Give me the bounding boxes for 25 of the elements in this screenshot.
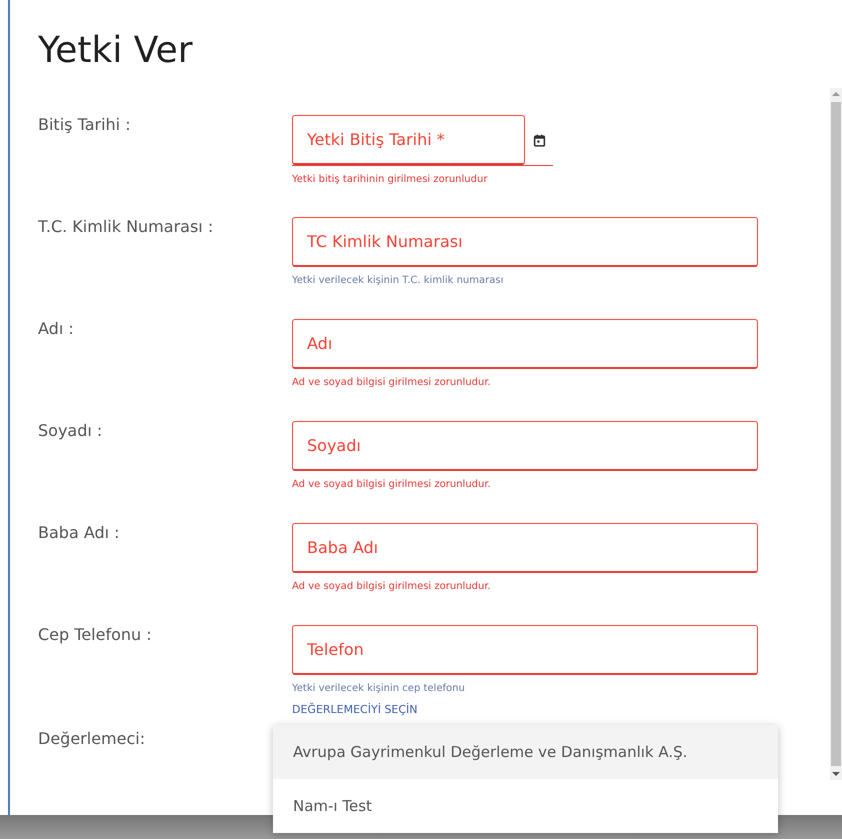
helper-text: Ad ve soyad bilgisi girilmesi zorunludur. <box>292 479 491 490</box>
scrollbar[interactable] <box>830 88 842 780</box>
menu-item[interactable]: Avrupa Gayrimenkul Değerleme ve Danışmanlık A.Ş. <box>273 725 778 779</box>
field-label: T.C. Kimlik Numarası : <box>38 217 214 238</box>
select-appraiser-button[interactable]: DEĞERLEMECİYİ SEÇİN <box>292 703 418 716</box>
field-label: Soyadı : <box>38 421 104 442</box>
input-field[interactable]: Soyadı <box>292 421 758 471</box>
input-field[interactable]: Adı <box>292 319 758 369</box>
field-label: Adı : <box>38 319 75 340</box>
helper-text: Yetki verilecek kişinin T.C. kimlik numarası <box>292 275 504 286</box>
input-field[interactable]: Telefon <box>292 625 758 675</box>
menu-item[interactable]: Nam-ı Test <box>273 779 778 833</box>
helper-text: Yetki bitiş tarihinin girilmesi zorunludur <box>292 174 488 185</box>
calendar-icon[interactable] <box>533 134 546 146</box>
helper-text: Ad ve soyad bilgisi girilmesi zorunludur. <box>292 581 491 592</box>
field-label: Bitiş Tarihi : <box>38 115 132 136</box>
input-field[interactable]: Baba Adı <box>292 523 758 573</box>
field-label: Baba Adı : <box>38 523 121 544</box>
input-field[interactable]: Yetki Bitiş Tarihi * <box>292 115 525 165</box>
helper-text: Yetki verilecek kişinin cep telefonu <box>292 683 465 694</box>
input-field[interactable]: TC Kimlik Numarası <box>292 217 758 267</box>
dialog-title: Yetki Ver <box>37 29 194 73</box>
field-label: Değerlemeci: <box>38 729 146 748</box>
field-label: Cep Telefonu : <box>38 625 153 646</box>
helper-text: Ad ve soyad bilgisi girilmesi zorunludur. <box>292 377 491 388</box>
